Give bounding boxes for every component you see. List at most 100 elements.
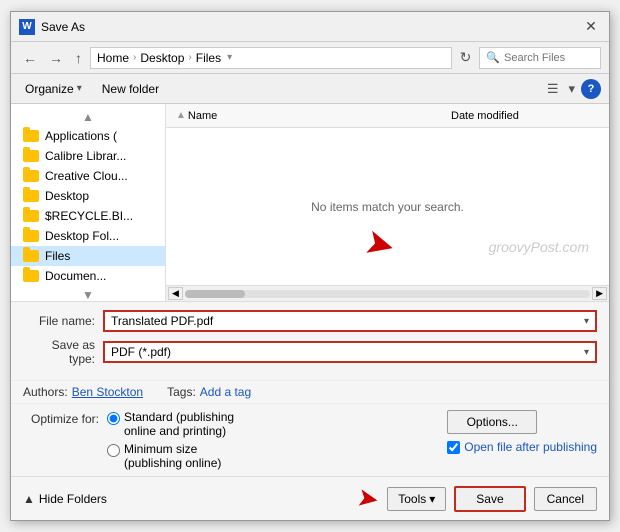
cancel-button[interactable]: Cancel [534,487,597,511]
tools-dropdown-icon: ▾ [429,492,435,506]
folder-icon [23,230,39,242]
save-as-type-row: Save as type: PDF (*.pdf) ▾ [23,338,597,366]
new-folder-label: New folder [102,82,159,96]
help-button[interactable]: ? [581,79,601,99]
sidebar-item-desktop-fol[interactable]: Desktop Fol... [11,226,165,246]
open-file-checkbox[interactable] [447,441,460,454]
file-content: No items match your search. groovyPost.c… [166,128,609,285]
dialog-title: Save As [41,20,85,34]
radio-standard-text: Standard (publishingonline and printing) [124,410,234,438]
breadcrumb[interactable]: Home › Desktop › Files ▾ [90,47,452,69]
optimize-section: Optimize for: Standard (publishingonline… [11,403,609,476]
radio-standard[interactable]: Standard (publishingonline and printing) [107,410,234,438]
save-as-type-label: Save as type: [23,338,103,366]
title-left: W Save As [19,19,85,35]
file-name-value: Translated PDF.pdf [111,314,213,328]
breadcrumb-desktop: Desktop [140,51,184,65]
file-fields: File name: Translated PDF.pdf ▾ Save as … [11,301,609,380]
nav-bar: ← → ↑ Home › Desktop › Files ▾ ↻ 🔍 [11,42,609,74]
sidebar-scroll-up[interactable]: ▲ [11,108,165,126]
folder-icon [23,150,39,162]
tools-button[interactable]: Tools ▾ [387,487,446,511]
save-as-type-input[interactable]: PDF (*.pdf) ▾ [103,341,597,363]
sidebar-item-label: Files [45,249,70,263]
sidebar-item-label: Documen... [45,269,106,283]
sidebar-item-recycle[interactable]: $RECYCLE.BI... [11,206,165,226]
view-dropdown-button[interactable]: ▾ [564,79,579,99]
breadcrumb-dropdown[interactable]: ▾ [225,52,234,63]
folder-icon [23,130,39,142]
file-name-dropdown[interactable]: ▾ [584,316,589,327]
view-list-button[interactable]: ☰ [543,79,563,99]
refresh-button[interactable]: ↻ [456,47,476,68]
breadcrumb-home: Home [97,51,129,65]
search-input[interactable] [504,52,594,64]
sidebar-item-label: Calibre Librar... [45,149,126,163]
sidebar-item-label: Desktop [45,189,89,203]
h-scrollbar-track[interactable] [185,290,590,298]
search-box: 🔍 [479,47,601,69]
sidebar-item-applications[interactable]: Applications ( [11,126,165,146]
view-icons: ☰ ▾ ? [543,79,601,99]
save-as-type-dropdown[interactable]: ▾ [584,347,589,358]
watermark: groovyPost.com [489,239,589,255]
hide-folders-toggle[interactable]: ▲ Hide Folders [23,492,107,506]
sidebar-item-label: $RECYCLE.BI... [45,209,133,223]
save-as-dialog: W Save As ✕ ← → ↑ Home › Desktop › Files… [10,11,610,521]
radio-minimum-text: Minimum size(publishing online) [124,442,221,470]
sidebar-scroll-down[interactable]: ▼ [11,286,165,301]
scroll-right-btn[interactable]: ▶ [592,287,607,300]
back-button[interactable]: ← [19,48,41,68]
no-items-message: No items match your search. [311,200,464,214]
organize-button[interactable]: Organize ▾ [19,80,88,98]
open-file-label: Open file after publishing [464,440,597,454]
folder-icon [23,270,39,282]
close-button[interactable]: ✕ [581,17,601,37]
file-name-label: File name: [23,314,103,328]
breadcrumb-files: Files [196,51,221,65]
red-arrow-indicator: ➤ [360,220,400,268]
sidebar-item-documents[interactable]: Documen... [11,266,165,286]
col-date-header[interactable]: Date modified [451,110,601,122]
forward-button[interactable]: → [45,48,67,68]
main-content: ▲ Applications ( Calibre Librar... Creat… [11,104,609,301]
folder-icon [23,250,39,262]
sidebar-item-calibre[interactable]: Calibre Librar... [11,146,165,166]
sidebar-item-desktop[interactable]: Desktop [11,186,165,206]
new-folder-button[interactable]: New folder [96,80,165,98]
radio-minimum[interactable]: Minimum size(publishing online) [107,442,234,470]
authors-value[interactable]: Ben Stockton [72,385,143,399]
folder-icon [23,170,39,182]
h-scrollbar-thumb [185,290,245,298]
breadcrumb-sep1: › [133,52,136,63]
open-file-checkbox-label[interactable]: Open file after publishing [447,440,597,454]
tags-value[interactable]: Add a tag [200,385,251,399]
sidebar-item-label: Desktop Fol... [45,229,119,243]
up-button[interactable]: ↑ [71,48,86,68]
sidebar-item-creative[interactable]: Creative Clou... [11,166,165,186]
radio-minimum-input[interactable] [107,444,120,457]
action-buttons: ➤ Tools ▾ Save Cancel [357,483,597,514]
organize-dropdown-icon: ▾ [77,83,82,94]
right-options: Options... Open file after publishing [447,410,597,454]
col-name-header[interactable]: Name [188,110,451,122]
file-name-input[interactable]: Translated PDF.pdf ▾ [103,310,597,332]
file-header: ▲ Name Date modified [166,104,609,128]
sidebar-item-files[interactable]: Files [11,246,165,266]
save-as-type-value: PDF (*.pdf) [111,345,171,359]
radio-options: Standard (publishingonline and printing)… [107,410,234,470]
scroll-left-btn[interactable]: ◀ [168,287,183,300]
sidebar-item-label: Applications ( [45,129,117,143]
radio-standard-input[interactable] [107,412,120,425]
file-pane: ▲ Name Date modified No items match your… [166,104,609,301]
file-name-row: File name: Translated PDF.pdf ▾ [23,310,597,332]
tags-label: Tags: [167,385,196,399]
organize-label: Organize [25,82,74,96]
save-button[interactable]: Save [454,486,525,512]
toolbar: Organize ▾ New folder ☰ ▾ ? [11,74,609,104]
title-bar: W Save As ✕ [11,12,609,42]
col-sort-arrow: ▲ [174,108,188,123]
hide-folders-label: Hide Folders [39,492,107,506]
optimize-label: Optimize for: [23,410,107,426]
options-button[interactable]: Options... [447,410,537,434]
